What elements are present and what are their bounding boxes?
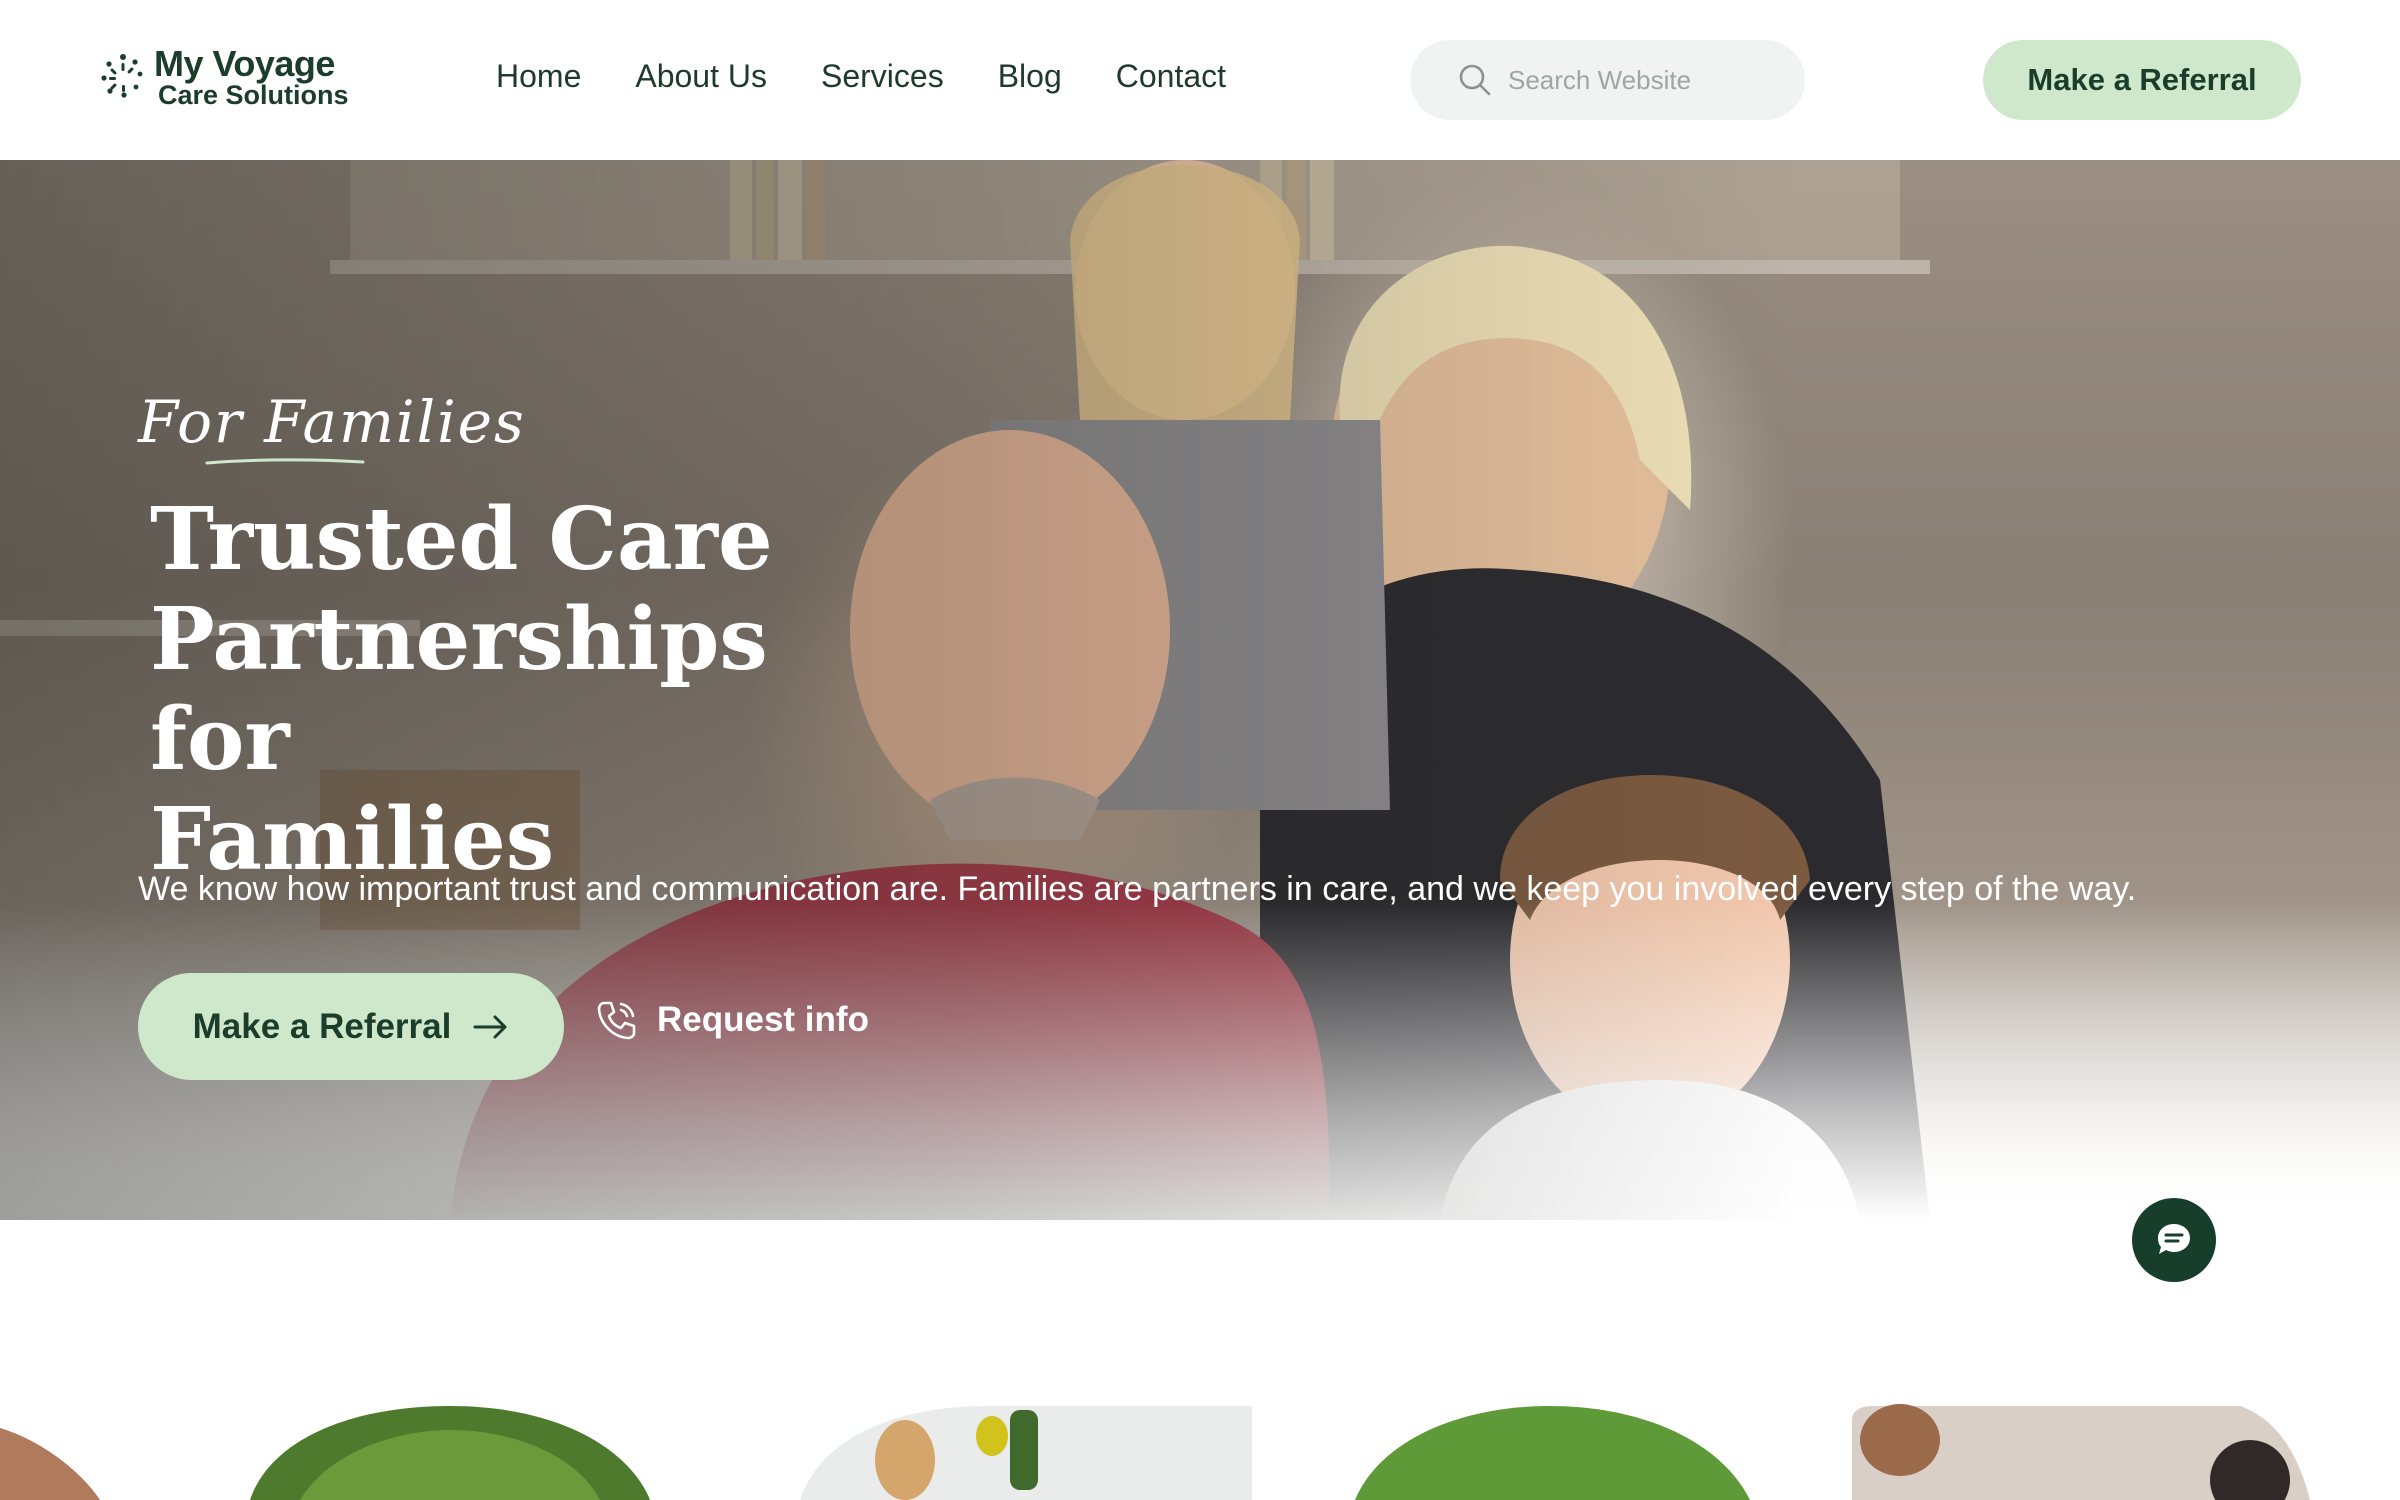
make-referral-button[interactable]: Make a Referral	[1983, 40, 2301, 120]
site-header: My Voyage Care Solutions Home About Us S…	[0, 0, 2400, 160]
logo-title: My Voyage	[154, 43, 335, 84]
hero-description: We know how important trust and communic…	[138, 870, 2137, 908]
nav-about-us[interactable]: About Us	[635, 58, 767, 95]
hero-section: For Families Trusted Care Partnerships f…	[0, 160, 2400, 1220]
hero-make-referral-label: Make a Referral	[192, 1006, 452, 1046]
search-icon	[1459, 64, 1491, 96]
arrow-right-icon	[473, 1015, 507, 1038]
eyebrow-underline	[205, 458, 365, 465]
image-card-strip	[0, 1400, 2400, 1500]
chat-bubble-icon	[2158, 1224, 2190, 1254]
search-input[interactable]	[1508, 64, 1788, 96]
nav-contact[interactable]: Contact	[1116, 58, 1226, 95]
nav-home[interactable]: Home	[496, 58, 581, 95]
hero-eyebrow: For Families	[138, 388, 526, 456]
phone-icon	[597, 1001, 636, 1040]
nav-services[interactable]: Services	[821, 58, 944, 95]
search-box[interactable]	[1410, 40, 1805, 120]
logo-subtitle: Care Solutions	[158, 80, 349, 110]
request-info-label: Request info	[657, 1000, 869, 1039]
site-logo[interactable]: My Voyage Care Solutions	[98, 46, 349, 109]
hero-title-line-1: Trusted Care	[150, 489, 773, 590]
chat-button[interactable]	[2132, 1198, 2216, 1282]
hero-title: Trusted Care Partnerships for Families	[150, 490, 870, 890]
sunburst-icon	[101, 53, 143, 98]
main-nav: Home About Us Services Blog Contact	[496, 58, 1226, 95]
card-images	[0, 1404, 2310, 1500]
nav-blog[interactable]: Blog	[998, 58, 1062, 95]
hero-title-line-2: Partnerships for	[150, 589, 768, 790]
hero-make-referral-button[interactable]: Make a Referral	[138, 973, 564, 1080]
request-info-link[interactable]: Request info	[595, 998, 869, 1042]
